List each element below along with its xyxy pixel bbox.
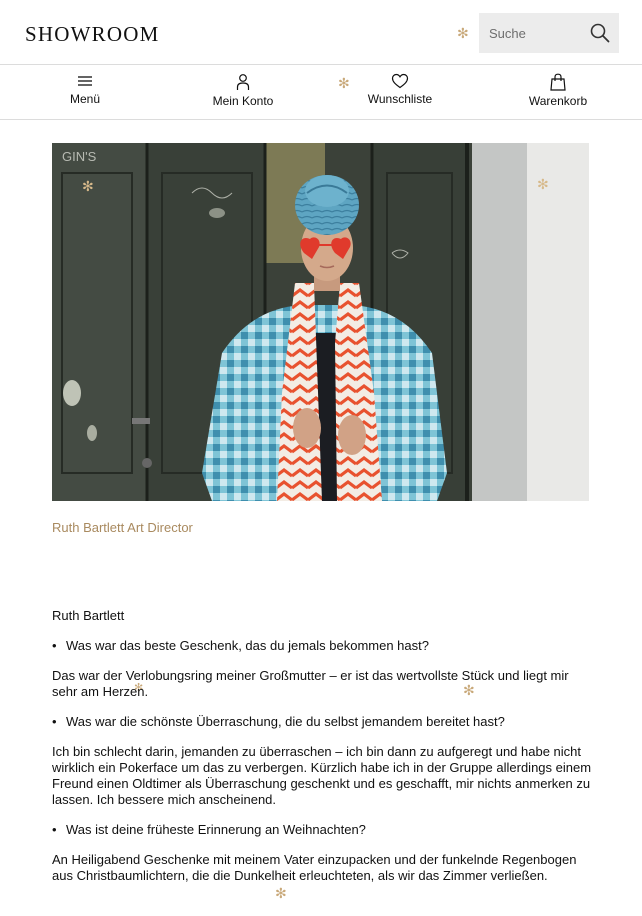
interviewee-name: Ruth Bartlett bbox=[52, 608, 125, 623]
nav-item-account[interactable]: Mein Konto bbox=[206, 73, 280, 108]
question-text: Was war die schönste Überraschung, die d… bbox=[66, 714, 505, 729]
bullet-icon: • bbox=[52, 638, 57, 653]
nav-label-account: Mein Konto bbox=[212, 94, 274, 108]
main-nav: Menü Mein Konto Wunschliste Warenkorb bbox=[0, 65, 642, 120]
nav-item-cart[interactable]: Warenkorb bbox=[524, 73, 592, 108]
answer-text: Ich bin schlecht darin, jemanden zu über… bbox=[52, 744, 592, 807]
heart-icon bbox=[391, 73, 409, 89]
question-text: Was war das beste Geschenk, das du jemal… bbox=[66, 638, 429, 653]
svg-text:✻: ✻ bbox=[537, 176, 549, 192]
snowflake-icon: ✻ bbox=[338, 75, 350, 91]
site-header: SHOWROOM bbox=[0, 0, 642, 65]
nav-label-cart: Warenkorb bbox=[528, 94, 588, 108]
question-item: • Was war das beste Geschenk, das du jem… bbox=[52, 638, 592, 654]
answer-text: Das war der Verlobungsring meiner Großmu… bbox=[52, 668, 569, 699]
bullet-icon: • bbox=[52, 822, 57, 837]
search-input[interactable] bbox=[479, 13, 579, 53]
nav-label-menu: Menü bbox=[69, 92, 101, 106]
svg-text:GIN'S: GIN'S bbox=[62, 149, 97, 164]
article-body: Ruth Bartlett • Was war das beste Gesche… bbox=[52, 608, 592, 898]
search-icon bbox=[590, 23, 610, 43]
question-item: • Was war die schönste Überraschung, die… bbox=[52, 714, 592, 730]
photo-caption: Ruth Bartlett Art Director bbox=[52, 520, 193, 535]
bag-icon bbox=[550, 73, 566, 91]
account-icon bbox=[236, 74, 250, 90]
portrait-illustration: GIN'S ✻ ✻ bbox=[52, 143, 589, 501]
nav-item-menu[interactable]: Menü bbox=[62, 73, 108, 106]
portrait-photo: GIN'S ✻ ✻ bbox=[52, 143, 589, 501]
snowflake-icon: ✻ bbox=[457, 25, 469, 41]
nav-item-wishlist[interactable]: Wunschliste bbox=[364, 73, 436, 106]
bullet-icon: • bbox=[52, 714, 57, 729]
question-item: • Was ist deine früheste Erinnerung an W… bbox=[52, 822, 592, 838]
search-box bbox=[479, 13, 619, 53]
question-text: Was ist deine früheste Erinnerung an Wei… bbox=[66, 822, 366, 837]
search-button[interactable] bbox=[589, 22, 611, 44]
svg-text:✻: ✻ bbox=[82, 178, 94, 194]
answer-text: An Heiligabend Geschenke mit meinem Vate… bbox=[52, 852, 577, 883]
site-logo[interactable]: SHOWROOM bbox=[25, 22, 159, 47]
menu-icon bbox=[78, 76, 92, 86]
nav-label-wishlist: Wunschliste bbox=[367, 92, 433, 106]
